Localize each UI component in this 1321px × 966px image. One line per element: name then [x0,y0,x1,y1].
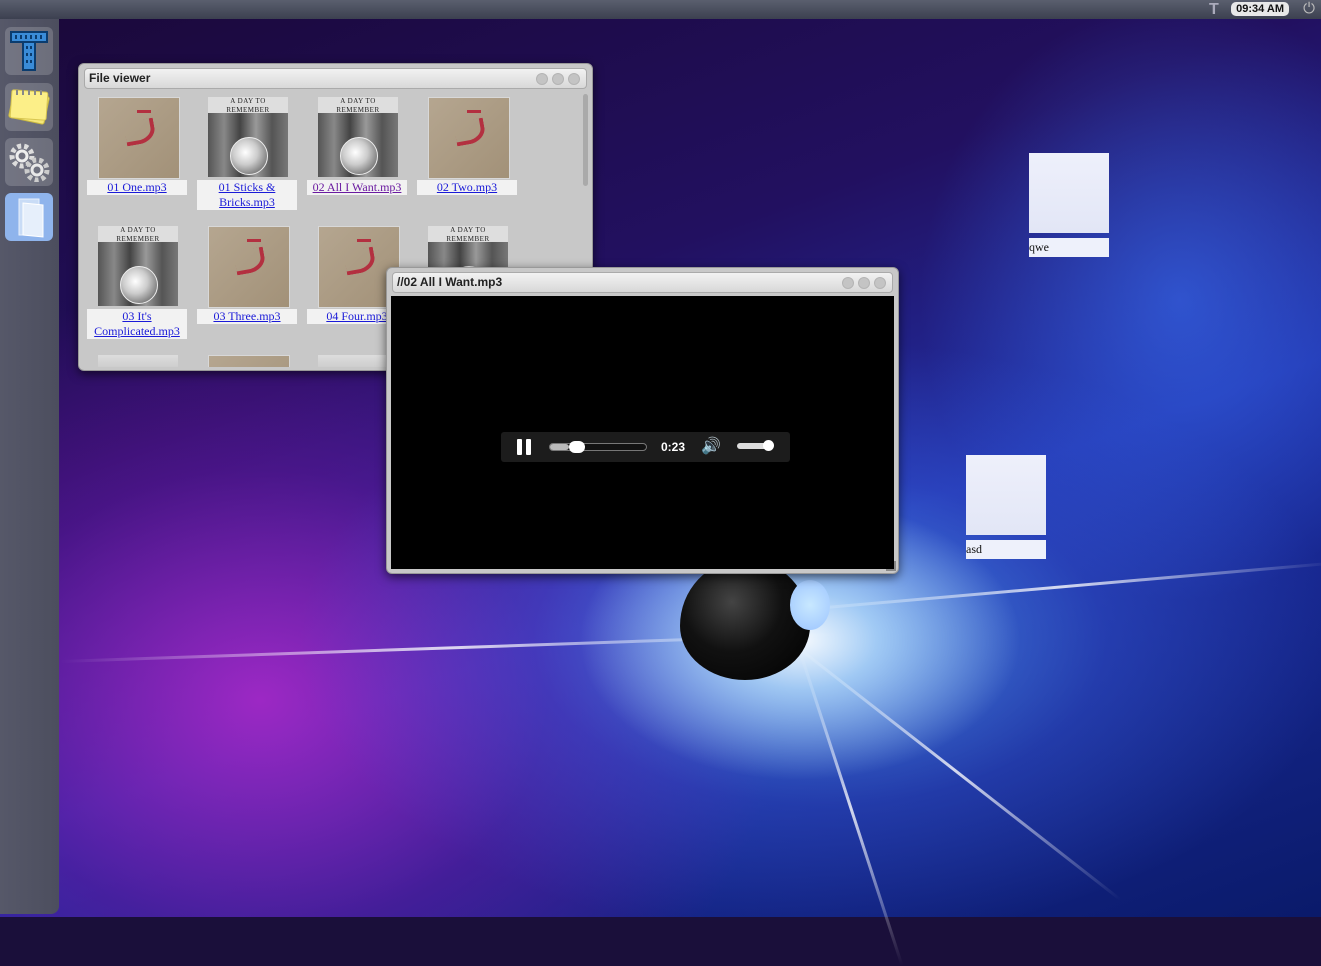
media-controls: 0:23 🔊 [501,432,790,462]
volume-icon[interactable]: 🔊 [701,438,725,456]
file-link[interactable]: 01 One.mp3 [87,180,187,195]
pause-icon[interactable] [517,439,533,455]
file-item[interactable]: A DAY TO REMEMBER 01 Sticks & Bricks.mp3 [197,93,297,213]
light-streak [798,651,904,966]
media-player-window: //02 All I Want.mp3 0:23 🔊 [386,267,899,574]
close-button[interactable] [568,73,580,85]
top-menu-bar: T 09:34 AM ⏻ [0,0,1321,19]
close-button[interactable] [874,277,886,289]
apple-logo [680,560,810,680]
t-logo-icon[interactable]: T [1209,0,1223,19]
desktop-icon[interactable]: qwe [1029,153,1109,257]
file-item[interactable]: A DAY TO REMEMBER 02 All I Want.mp3 [307,93,407,213]
scrollbar[interactable] [583,94,588,186]
dock-item-settings[interactable] [5,138,53,186]
volume-handle[interactable] [763,440,774,451]
file-item[interactable]: 03 Three.mp3 [197,222,297,342]
notes-icon [8,89,50,125]
album-art-header: A DAY TO REMEMBER [98,226,178,243]
window-titlebar[interactable]: File viewer [84,68,587,89]
dock-item-notes[interactable] [5,83,53,131]
seek-handle[interactable] [569,441,585,453]
file-link[interactable]: 02 Two.mp3 [417,180,517,195]
window-title: File viewer [89,71,151,85]
t-logo-icon [10,31,48,71]
files-icon [18,198,44,238]
desktop-icon-label: qwe [1029,238,1109,257]
resize-handle[interactable] [886,561,896,571]
minimize-button[interactable] [842,277,854,289]
file-item[interactable]: 02 Two.mp3 [417,93,517,213]
dock-item-files[interactable] [5,193,53,241]
album-art-thumbnail[interactable] [428,97,510,179]
album-art-thumbnail[interactable] [208,355,290,367]
seek-bar[interactable] [549,441,647,453]
album-art-thumbnail[interactable] [98,355,178,367]
album-art-thumbnail[interactable]: A DAY TO REMEMBER [98,226,178,306]
volume-slider[interactable] [737,440,774,451]
file-item[interactable]: A DAY TO REMEMBER 03 It's Complicated.mp3 [87,222,187,342]
window-titlebar[interactable]: //02 All I Want.mp3 [392,272,893,293]
power-icon[interactable]: ⏻ [1301,1,1317,17]
minimize-button[interactable] [536,73,548,85]
album-art-thumbnail[interactable] [208,226,290,308]
album-art-header: A DAY TO REMEMBER [318,97,398,114]
settings-gears-icon [9,143,50,182]
apple-logo-bite [790,580,830,630]
album-art-header: A DAY TO REMEMBER [208,97,288,114]
seek-progress [550,444,569,450]
desktop-icon[interactable]: asd [966,455,1046,559]
maximize-button[interactable] [858,277,870,289]
clock: 09:34 AM [1231,2,1289,16]
current-time: 0:23 [661,440,686,454]
maximize-button[interactable] [552,73,564,85]
file-item[interactable]: 01 One.mp3 [87,93,187,213]
desktop-icon-thumbnail [966,455,1046,535]
album-art-thumbnail[interactable] [98,97,180,179]
file-link[interactable]: 02 All I Want.mp3 [307,180,407,195]
album-art-thumbnail[interactable]: A DAY TO REMEMBER [208,97,288,177]
file-item[interactable] [197,351,297,367]
album-art-thumbnail[interactable]: A DAY TO REMEMBER [318,97,398,177]
dock-item-launcher[interactable] [5,27,53,75]
desktop-icon-label: asd [966,540,1046,559]
video-area[interactable]: 0:23 🔊 [391,296,894,569]
file-link[interactable]: 01 Sticks & Bricks.mp3 [197,180,297,210]
window-title: //02 All I Want.mp3 [397,275,503,289]
dock [0,19,59,914]
file-link[interactable]: 03 It's Complicated.mp3 [87,309,187,339]
album-art-header: A DAY TO REMEMBER [428,226,508,243]
file-item[interactable] [87,351,187,367]
file-link[interactable]: 03 Three.mp3 [197,309,297,324]
desktop-icon-thumbnail [1029,153,1109,233]
